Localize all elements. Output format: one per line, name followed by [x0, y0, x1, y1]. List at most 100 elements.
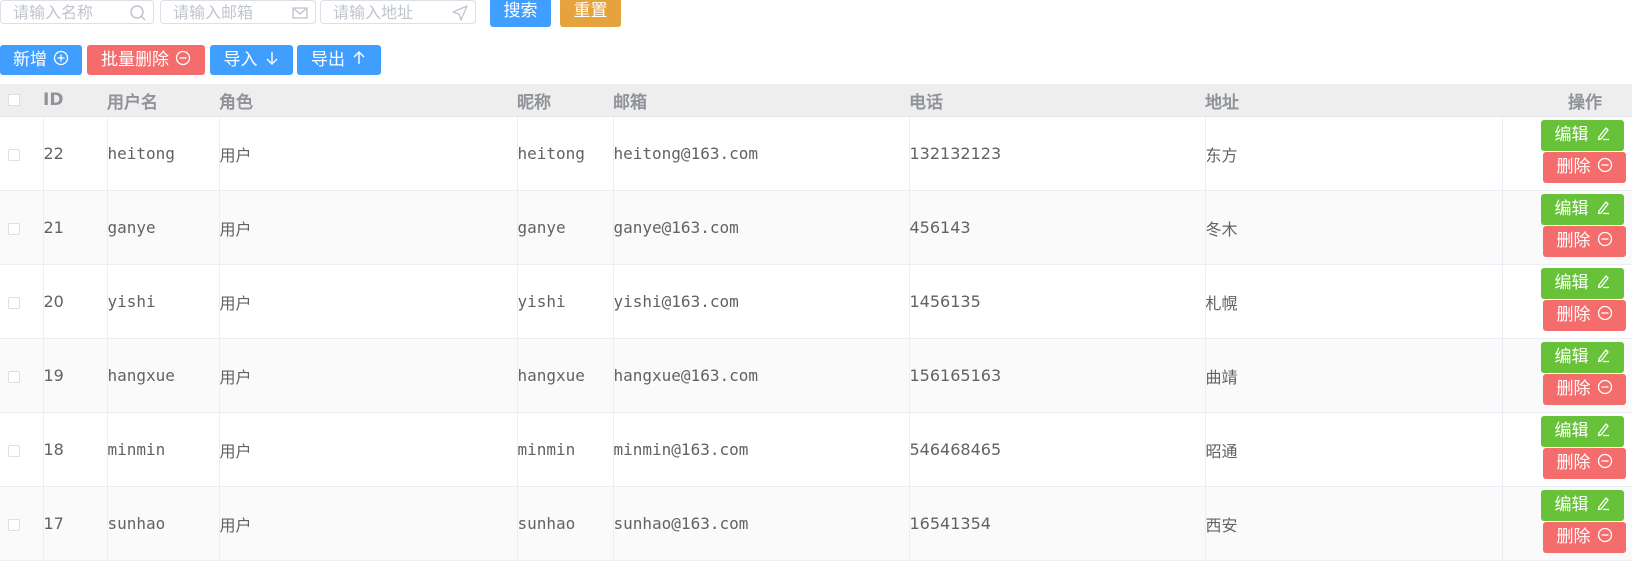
header-username: 用户名 [107, 84, 219, 117]
cell-role: 用户 [219, 487, 517, 561]
row-checkbox[interactable] [8, 149, 20, 161]
cell-address: 东方 [1205, 117, 1502, 191]
delete-button[interactable]: 删除 [1543, 300, 1626, 331]
edit-button-label: 编辑 [1555, 347, 1589, 367]
cell-id: 21 [43, 191, 107, 265]
delete-button[interactable]: 删除 [1543, 448, 1626, 479]
row-checkbox[interactable] [8, 371, 20, 383]
search-button-label: 搜索 [504, 1, 538, 21]
pencil-icon [1595, 421, 1611, 437]
header-role: 角色 [219, 84, 517, 117]
cell-actions: 编辑 删除 [1502, 191, 1632, 265]
cell-email: ganye@163.com [613, 191, 909, 265]
row-checkbox[interactable] [8, 297, 20, 309]
row-select-cell [0, 191, 43, 265]
cell-phone: 156165163 [909, 339, 1205, 413]
circle-minus-icon [1597, 527, 1613, 543]
row-actions: 编辑 删除 [1503, 339, 1632, 412]
row-checkbox[interactable] [8, 519, 20, 531]
reset-button[interactable]: 重置 [560, 0, 621, 27]
row-select-cell [0, 265, 43, 339]
cell-phone: 16541354 [909, 487, 1205, 561]
cell-nickname: sunhao [517, 487, 613, 561]
cell-nickname: minmin [517, 413, 613, 487]
edit-button-label: 编辑 [1555, 421, 1589, 441]
search-button[interactable]: 搜索 [490, 0, 551, 27]
edit-button-label: 编辑 [1555, 273, 1589, 293]
delete-button[interactable]: 删除 [1543, 226, 1626, 257]
delete-button-label: 删除 [1557, 379, 1591, 399]
cell-email: sunhao@163.com [613, 487, 909, 561]
cell-email: heitong@163.com [613, 117, 909, 191]
table-row: 20 yishi 用户 yishi yishi@163.com 1456135 … [0, 265, 1632, 339]
cell-role: 用户 [219, 117, 517, 191]
edit-button[interactable]: 编辑 [1541, 416, 1624, 447]
arrow-up-icon [351, 50, 367, 66]
edit-button[interactable]: 编辑 [1541, 194, 1624, 225]
export-button-label: 导出 [311, 50, 345, 70]
cell-nickname: ganye [517, 191, 613, 265]
header-nickname: 昵称 [517, 84, 613, 117]
pencil-icon [1595, 125, 1611, 141]
circle-plus-icon [53, 50, 69, 66]
mail-icon [291, 4, 309, 22]
address-search-field[interactable] [320, 0, 476, 24]
row-checkbox[interactable] [8, 223, 20, 235]
edit-button-label: 编辑 [1555, 199, 1589, 219]
cell-phone: 1456135 [909, 265, 1205, 339]
import-button[interactable]: 导入 [210, 45, 293, 75]
cell-phone: 546468465 [909, 413, 1205, 487]
cell-nickname: hangxue [517, 339, 613, 413]
email-search-field[interactable] [160, 0, 316, 24]
row-actions: 编辑 删除 [1503, 413, 1632, 486]
cell-address: 曲靖 [1205, 339, 1502, 413]
cell-email: hangxue@163.com [613, 339, 909, 413]
row-actions: 编辑 删除 [1503, 265, 1632, 338]
select-all-checkbox[interactable] [8, 94, 20, 106]
delete-button-label: 删除 [1557, 157, 1591, 177]
cell-id: 19 [43, 339, 107, 413]
edit-button[interactable]: 编辑 [1541, 342, 1624, 373]
edit-button[interactable]: 编辑 [1541, 268, 1624, 299]
edit-button[interactable]: 编辑 [1541, 120, 1624, 151]
delete-button-label: 删除 [1557, 453, 1591, 473]
cell-username: ganye [107, 191, 219, 265]
table-row: 21 ganye 用户 ganye ganye@163.com 456143 冬… [0, 191, 1632, 265]
cell-actions: 编辑 删除 [1502, 487, 1632, 561]
delete-button-label: 删除 [1557, 527, 1591, 547]
edit-button[interactable]: 编辑 [1541, 490, 1624, 521]
batch-delete-button[interactable]: 批量删除 [87, 45, 205, 75]
cell-phone: 456143 [909, 191, 1205, 265]
cell-username: heitong [107, 117, 219, 191]
row-actions: 编辑 删除 [1503, 191, 1632, 264]
search-icon [129, 4, 147, 22]
name-search-field[interactable] [0, 0, 154, 24]
header-actions: 操作 [1502, 84, 1632, 117]
cell-username: yishi [107, 265, 219, 339]
batch-delete-button-label: 批量删除 [101, 50, 169, 70]
circle-minus-icon [175, 50, 191, 66]
table-row: 17 sunhao 用户 sunhao sunhao@163.com 16541… [0, 487, 1632, 561]
cell-actions: 编辑 删除 [1502, 413, 1632, 487]
row-checkbox[interactable] [8, 445, 20, 457]
pencil-icon [1595, 495, 1611, 511]
circle-minus-icon [1597, 231, 1613, 247]
cell-email: yishi@163.com [613, 265, 909, 339]
cell-address: 昭通 [1205, 413, 1502, 487]
delete-button[interactable]: 删除 [1543, 522, 1626, 553]
delete-button[interactable]: 删除 [1543, 374, 1626, 405]
cell-actions: 编辑 删除 [1502, 339, 1632, 413]
cell-email: minmin@163.com [613, 413, 909, 487]
header-id: ID [43, 84, 107, 117]
table-row: 19 hangxue 用户 hangxue hangxue@163.com 15… [0, 339, 1632, 413]
export-button[interactable]: 导出 [297, 45, 381, 75]
cell-address: 西安 [1205, 487, 1502, 561]
cell-role: 用户 [219, 191, 517, 265]
pencil-icon [1595, 273, 1611, 289]
pencil-icon [1595, 199, 1611, 215]
add-button[interactable]: 新增 [0, 45, 82, 75]
delete-button[interactable]: 删除 [1543, 152, 1626, 183]
circle-minus-icon [1597, 305, 1613, 321]
edit-button-label: 编辑 [1555, 125, 1589, 145]
header-phone: 电话 [909, 84, 1205, 117]
